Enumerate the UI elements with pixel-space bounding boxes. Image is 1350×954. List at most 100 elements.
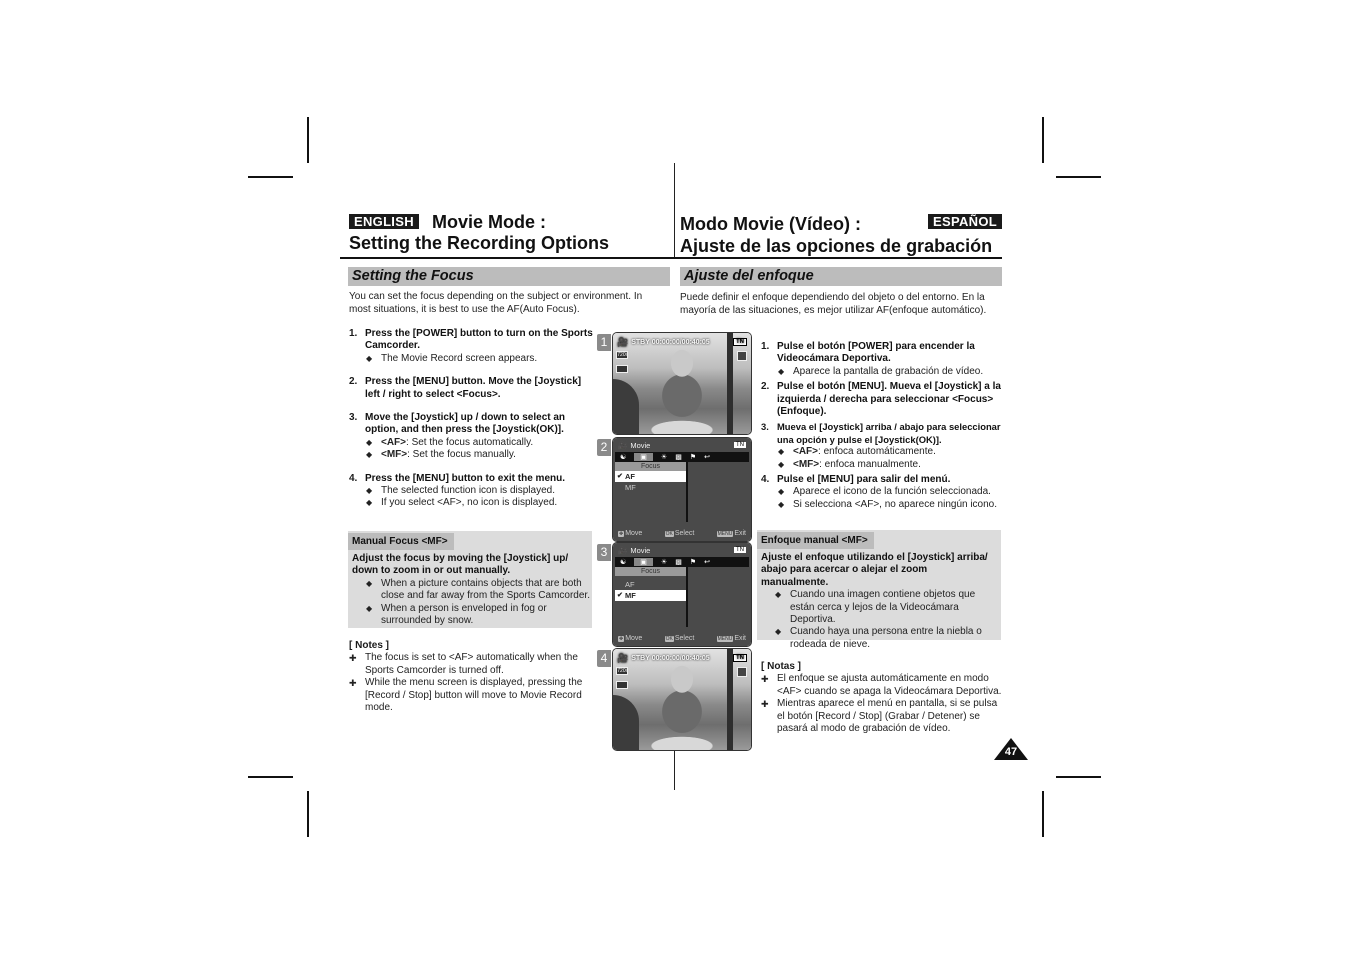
menu-option-af[interactable]: AF <box>615 471 686 482</box>
scene-icon[interactable]: ☯ <box>620 558 626 566</box>
crop-mark <box>1042 791 1044 837</box>
resolution-icon: 720i <box>616 667 628 675</box>
step-text: Pulse el [MENU] para salir del menú. <box>777 474 951 486</box>
spanish-title-line2: Ajuste de las opciones de grabación <box>680 236 993 256</box>
osd-status-bar: 🎥 STBY 00:00:00/00:40:05 TN <box>617 336 747 348</box>
step-2: 2. Pulse el botón [MENU]. Mueva el [Joys… <box>761 381 1003 418</box>
english-notes: [ Notes ] The focus is set to <AF> autom… <box>349 640 592 714</box>
spanish-header-rule <box>674 257 1002 259</box>
spanish-section-heading: Ajuste del enfoque <box>680 267 1002 286</box>
movie-camera-icon: 🎥 <box>617 652 629 663</box>
focus-tab-icon[interactable]: ▣ <box>634 558 653 566</box>
camera-screen-menu-af: 🎥 Movie TN ☯ ▣ ☀ ▩ ⚑ ↩ Focus AF MF ✥Move… <box>612 437 752 542</box>
preview-photo: 🎥 STBY 00:00:00/00:40:05 TN 720i <box>613 649 751 750</box>
effect-icon[interactable]: ▩ <box>675 558 682 566</box>
manual-focus-lead: Adjust the focus by moving the [Joystick… <box>352 553 569 577</box>
spanish-manual-focus-box: Enfoque manual <MF> Ajuste el enfoque ut… <box>757 530 1001 650</box>
back-icon[interactable]: ↩ <box>704 558 710 566</box>
crop-mark <box>307 791 309 837</box>
white-balance-icon[interactable]: ☀ <box>661 453 667 461</box>
step-number: 3. <box>761 421 769 433</box>
recording-status: STBY 00:00:00/00:40:05 <box>631 654 710 662</box>
menu-option-mf[interactable]: MF <box>615 482 686 493</box>
stabilizer-icon[interactable]: ⚑ <box>690 558 696 566</box>
camera-screen-record: 🎥 STBY 00:00:00/00:40:05 TN 720i <box>612 332 752 435</box>
manual-focus-heading: Manual Focus <MF> <box>348 533 454 550</box>
effect-icon[interactable]: ▩ <box>675 453 682 461</box>
footer-exit: MENU Exit <box>716 530 746 537</box>
scene-icon[interactable]: ☯ <box>620 453 626 461</box>
step-bullet: The selected function icon is displayed. <box>365 485 594 498</box>
footer-select: OK Select <box>664 530 695 537</box>
page-spine <box>674 750 676 790</box>
step-text: Move the [Joystick] up / down to select … <box>365 412 566 436</box>
screen-number: 4 <box>597 650 611 667</box>
resolution-icon: 720i <box>616 351 628 359</box>
movie-camera-icon: 🎥 <box>618 545 628 555</box>
english-header-rule <box>340 257 674 259</box>
manual-focus-heading: Enfoque manual <MF> <box>757 532 874 549</box>
screen-number: 1 <box>597 334 611 351</box>
manual-focus-lead: Ajuste el enfoque utilizando el [Joystic… <box>761 552 988 588</box>
note-item: El enfoque se ajusta automáticamente en … <box>761 673 1003 698</box>
spanish-title-line1: Modo Movie (Vídeo) : <box>680 214 861 234</box>
white-balance-icon[interactable]: ☀ <box>661 558 667 566</box>
english-steps: 1. Press the [POWER] button to turn on t… <box>349 328 594 510</box>
step-bullet: <AF>: Set the focus automatically. <box>365 437 594 450</box>
note-item: The focus is set to <AF> automatically w… <box>349 652 592 677</box>
menu-option-af[interactable]: AF <box>615 579 686 590</box>
crop-mark <box>307 117 309 163</box>
manual-focus-bullet: When a picture contains objects that are… <box>365 578 590 603</box>
step-bullet: Aparece el icono de la función seleccion… <box>777 486 1003 499</box>
battery-icon: TN <box>734 442 746 448</box>
notes-title: [ Notas ] <box>761 661 801 672</box>
step-bullet: <MF>: Set the focus manually. <box>365 449 594 462</box>
manual-focus-bullet: When a person is enveloped in fog or sur… <box>365 603 590 628</box>
english-intro: You can set the focus depending on the s… <box>349 291 643 315</box>
crop-mark <box>1056 176 1101 178</box>
mode-label: Movie <box>630 545 651 555</box>
page-spine <box>674 163 676 259</box>
step-text: Mueva el [Joystick] arriba / abajo para … <box>777 421 1001 445</box>
english-title-line1: Movie Mode : <box>432 212 547 232</box>
mode-label: Movie <box>630 440 651 450</box>
spanish-notes: [ Notas ] El enfoque se ajusta automátic… <box>761 661 1003 735</box>
step-number: 4. <box>761 474 770 486</box>
stabilizer-icon[interactable]: ⚑ <box>690 453 696 461</box>
menu-tab-bar: ☯ ▣ ☀ ▩ ⚑ ↩ <box>615 452 749 462</box>
english-language-badge: ENGLISH <box>349 214 419 229</box>
battery-icon: TN <box>733 654 747 662</box>
spanish-intro: Puede definir el enfoque dependiendo del… <box>680 292 987 316</box>
manual-focus-icon <box>737 667 747 677</box>
footer-move: ✥ Move <box>618 530 643 537</box>
step-4: 4. Pulse el [MENU] para salir del menú. … <box>761 474 1003 512</box>
step-4: 4. Press the [MENU] button to exit the m… <box>349 473 594 511</box>
step-bullet: Si selecciona <AF>, no aparece ningún ic… <box>777 499 1003 512</box>
step-text: Pulse el botón [MENU]. Mueva el [Joystic… <box>777 381 1001 418</box>
step-bullet: The Movie Record screen appears. <box>365 353 594 366</box>
quality-icon <box>616 681 628 689</box>
movie-camera-icon: 🎥 <box>617 336 629 347</box>
focus-mode-icon <box>737 351 747 361</box>
battery-icon: TN <box>734 547 746 553</box>
step-number: 2. <box>349 376 358 388</box>
step-3: 3. Mueva el [Joystick] arriba / abajo pa… <box>761 421 1003 471</box>
menu-option-mf[interactable]: MF <box>615 590 686 601</box>
step-text: Press the [MENU] button. Move the [Joyst… <box>365 376 582 400</box>
focus-tab-icon[interactable]: ▣ <box>634 453 653 461</box>
quality-icon <box>616 365 628 373</box>
back-icon[interactable]: ↩ <box>704 453 710 461</box>
step-3: 3. Move the [Joystick] up / down to sele… <box>349 412 594 462</box>
osd-status-bar: 🎥 STBY 00:00:00/00:40:05 TN <box>617 652 747 664</box>
english-title-line2: Setting the Recording Options <box>349 233 609 253</box>
step-number: 3. <box>349 412 358 424</box>
manual-focus-bullet: Cuando una imagen contiene objetos que e… <box>774 589 999 626</box>
spanish-steps: 1. Pulse el botón [POWER] para encender … <box>761 341 1003 512</box>
page-number: 47 <box>1004 746 1018 758</box>
step-text: Press the [POWER] button to turn on the … <box>365 328 593 352</box>
step-1: 1. Pulse el botón [POWER] para encender … <box>761 341 1003 379</box>
crop-mark <box>248 776 293 778</box>
step-number: 1. <box>761 341 770 352</box>
crop-mark <box>248 176 293 178</box>
step-text: Pulse el botón [POWER] para encender la … <box>777 341 975 365</box>
